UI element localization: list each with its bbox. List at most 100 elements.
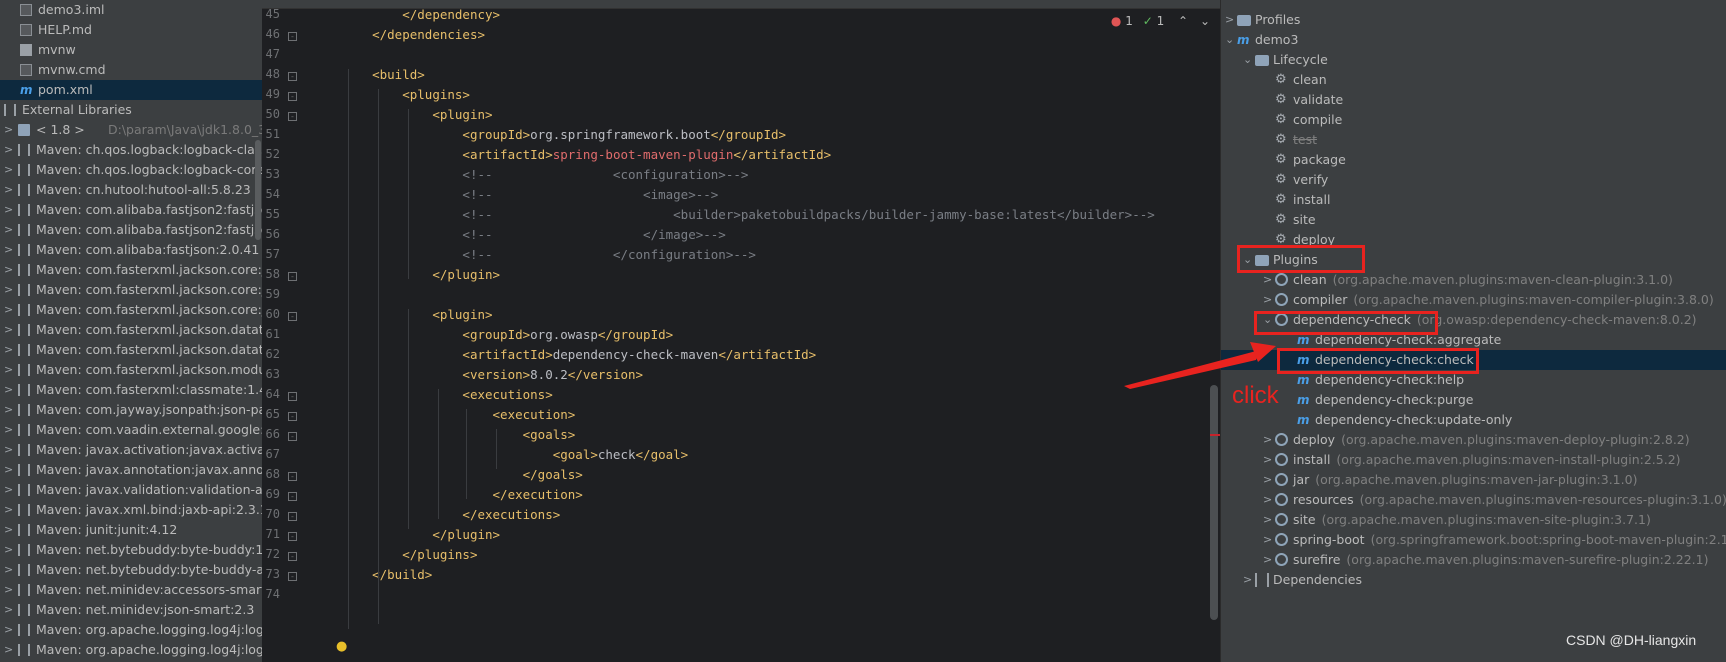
code-line[interactable]: <goals> bbox=[342, 427, 576, 442]
code-line[interactable]: </plugin> bbox=[342, 527, 500, 542]
fold-marker-icon[interactable]: - bbox=[288, 272, 297, 281]
chevron-right-icon[interactable]: > bbox=[4, 640, 14, 660]
project-tree-item[interactable]: mvnw.cmd bbox=[0, 60, 262, 80]
code-line[interactable]: <artifactId>dependency-check-maven</arti… bbox=[342, 347, 816, 362]
chevron-down-icon[interactable]: ⌄ bbox=[1200, 14, 1210, 28]
fold-marker-icon[interactable]: - bbox=[288, 492, 297, 501]
code-line[interactable]: <artifactId>spring-boot-maven-plugin</ar… bbox=[342, 147, 831, 162]
chevron-right-icon[interactable]: > bbox=[1263, 470, 1272, 490]
fold-marker-icon[interactable]: - bbox=[288, 432, 297, 441]
maven-tree-item[interactable]: m dependency-check:update-only bbox=[1221, 410, 1726, 430]
chevron-right-icon[interactable]: > bbox=[4, 240, 14, 260]
maven-tree-item[interactable]: ⚙ test bbox=[1221, 130, 1726, 150]
error-stripe-mark[interactable] bbox=[1210, 434, 1220, 436]
maven-tree-item[interactable]: > surefire (org.apache.maven.plugins:maven… bbox=[1221, 550, 1726, 570]
chevron-right-icon[interactable]: > bbox=[4, 140, 14, 160]
chevron-right-icon[interactable]: > bbox=[1263, 430, 1272, 450]
fold-marker-icon[interactable]: - bbox=[288, 312, 297, 321]
chevron-right-icon[interactable]: > bbox=[4, 560, 14, 580]
maven-tree-item[interactable]: > compiler (org.apache.maven.plugins:maven… bbox=[1221, 290, 1726, 310]
chevron-right-icon[interactable]: > bbox=[4, 440, 14, 460]
code-line[interactable]: </plugins> bbox=[342, 547, 477, 562]
code-line[interactable]: <!-- <builder>paketobuildpacks/builder-j… bbox=[342, 207, 1154, 222]
chevron-right-icon[interactable]: > bbox=[1263, 490, 1272, 510]
maven-tree-item[interactable]: > install (org.apache.maven.plugins:maven-… bbox=[1221, 450, 1726, 470]
maven-tree-item[interactable]: > site (org.apache.maven.plugins:maven-sit… bbox=[1221, 510, 1726, 530]
maven-tree-item[interactable]: > deploy (org.apache.maven.plugins:maven-d… bbox=[1221, 430, 1726, 450]
project-tree-item[interactable]: > Maven: ch.qos.logback:logback-core:1 bbox=[0, 160, 262, 180]
chevron-down-icon[interactable]: ⌄ bbox=[1243, 50, 1252, 70]
code-line[interactable]: <goal>check</goal> bbox=[342, 447, 688, 462]
code-line[interactable]: <version>8.0.2</version> bbox=[342, 367, 643, 382]
project-tree-item[interactable]: demo3.iml bbox=[0, 0, 262, 20]
maven-tree-item[interactable]: ⚙ validate bbox=[1221, 90, 1726, 110]
chevron-right-icon[interactable]: > bbox=[1263, 510, 1272, 530]
chevron-right-icon[interactable]: > bbox=[4, 320, 14, 340]
fold-marker-icon[interactable]: - bbox=[288, 112, 297, 121]
project-tree-item[interactable]: > Maven: ch.qos.logback:logback-classic bbox=[0, 140, 262, 160]
fold-marker-icon[interactable]: - bbox=[288, 32, 297, 41]
project-tree-item[interactable]: > Maven: org.apache.logging.log4j:log4j bbox=[0, 640, 262, 660]
maven-tree-item[interactable]: > spring-boot (org.springframework.boot:sp… bbox=[1221, 530, 1726, 550]
maven-tree-item[interactable]: ⚙ site bbox=[1221, 210, 1726, 230]
chevron-right-icon[interactable]: > bbox=[4, 200, 14, 220]
code-line[interactable]: <!-- </configuration>--> bbox=[342, 247, 756, 262]
code-area[interactable]: </dependency> </dependencies> <build> <p… bbox=[342, 7, 1202, 662]
code-line[interactable]: </executions> bbox=[342, 507, 560, 522]
maven-tree-item[interactable]: ⚙ compile bbox=[1221, 110, 1726, 130]
project-tree-item[interactable]: > Maven: com.alibaba.fastjson2:fastjson2 bbox=[0, 220, 262, 240]
project-tree-item[interactable]: > Maven: net.bytebuddy:byte-buddy:1.9. bbox=[0, 540, 262, 560]
chevron-right-icon[interactable]: > bbox=[1263, 530, 1272, 550]
chevron-right-icon[interactable]: > bbox=[4, 400, 14, 420]
maven-tree-item[interactable]: ⚙ clean bbox=[1221, 70, 1726, 90]
fold-marker-icon[interactable]: - bbox=[288, 412, 297, 421]
maven-toolbar[interactable] bbox=[1221, 0, 1726, 6]
project-tree-item[interactable]: > Maven: com.fasterxml.jackson.datatyp bbox=[0, 340, 262, 360]
chevron-right-icon[interactable]: > bbox=[1225, 10, 1234, 30]
code-line[interactable]: </build> bbox=[342, 567, 432, 582]
project-tree-item[interactable]: m pom.xml bbox=[0, 80, 262, 100]
chevron-right-icon[interactable]: > bbox=[4, 280, 14, 300]
code-line[interactable]: </plugin> bbox=[342, 267, 500, 282]
chevron-right-icon[interactable]: > bbox=[1263, 450, 1272, 470]
chevron-right-icon[interactable]: > bbox=[4, 460, 14, 480]
code-line[interactable]: <plugins> bbox=[342, 87, 470, 102]
fold-marker-icon[interactable]: - bbox=[288, 532, 297, 541]
project-tree-item[interactable]: > Maven: com.alibaba:fastjson:2.0.41 bbox=[0, 240, 262, 260]
maven-tree-item[interactable]: > Dependencies bbox=[1221, 570, 1726, 590]
fold-marker-icon[interactable]: - bbox=[288, 392, 297, 401]
project-tree-item[interactable]: > Maven: com.fasterxml.jackson.core:jac bbox=[0, 280, 262, 300]
chevron-right-icon[interactable]: > bbox=[4, 500, 14, 520]
maven-tree-item[interactable]: > jar (org.apache.maven.plugins:maven-jar-… bbox=[1221, 470, 1726, 490]
project-tree-item[interactable]: > Maven: com.fasterxml.jackson.core:jac bbox=[0, 300, 262, 320]
project-tree-item[interactable]: > Maven: javax.xml.bind:jaxb-api:2.3.1 bbox=[0, 500, 262, 520]
inspection-widget[interactable]: ● 1 ✓ 1 ⌃ ⌄ bbox=[1111, 14, 1210, 28]
maven-tree-item[interactable]: ⚙ verify bbox=[1221, 170, 1726, 190]
fold-marker-icon[interactable]: - bbox=[288, 72, 297, 81]
chevron-right-icon[interactable]: > bbox=[4, 600, 14, 620]
fold-marker-icon[interactable]: - bbox=[288, 572, 297, 581]
chevron-right-icon[interactable]: > bbox=[4, 180, 14, 200]
chevron-right-icon[interactable]: > bbox=[4, 360, 14, 380]
project-tree-item[interactable]: > Maven: javax.activation:javax.activatio… bbox=[0, 440, 262, 460]
maven-tree-item[interactable]: ⌄ Lifecycle bbox=[1221, 50, 1726, 70]
chevron-right-icon[interactable]: > bbox=[4, 340, 14, 360]
maven-tree-item[interactable]: ⚙ install bbox=[1221, 190, 1726, 210]
project-tree-item[interactable]: > Maven: com.fasterxml:classmate:1.4.0 bbox=[0, 380, 262, 400]
project-tree-item[interactable]: > Maven: junit:junit:4.12 bbox=[0, 520, 262, 540]
lightbulb-icon[interactable]: ● bbox=[336, 639, 348, 654]
project-tree-item[interactable]: > < 1.8 > D:\param\Java\jdk1.8.0_341 bbox=[0, 120, 262, 140]
project-tree-item[interactable]: > Maven: net.minidev:json-smart:2.3 bbox=[0, 600, 262, 620]
maven-tree-item[interactable]: m dependency-check:purge bbox=[1221, 390, 1726, 410]
code-line[interactable]: <!-- <configuration>--> bbox=[342, 167, 748, 182]
chevron-right-icon[interactable]: > bbox=[4, 380, 14, 400]
project-tree-item[interactable]: HELP.md bbox=[0, 20, 262, 40]
maven-tree-item[interactable]: ⚙ package bbox=[1221, 150, 1726, 170]
code-editor[interactable]: 45 46-47 48-49-50-51 52 53 54 55 56 57 58-59 60-61… bbox=[262, 0, 1220, 662]
project-tree-item[interactable]: > Maven: cn.hutool:hutool-all:5.8.23 bbox=[0, 180, 262, 200]
project-tree-item[interactable]: > Maven: javax.validation:validation-api:… bbox=[0, 480, 262, 500]
maven-tree-item[interactable]: > Profiles bbox=[1221, 10, 1726, 30]
project-tree-item[interactable]: > Maven: com.fasterxml.jackson.module bbox=[0, 360, 262, 380]
project-tree-item[interactable]: > Maven: com.alibaba.fastjson2:fastjson2 bbox=[0, 200, 262, 220]
project-tree-item[interactable]: > Maven: net.bytebuddy:byte-buddy-age bbox=[0, 560, 262, 580]
